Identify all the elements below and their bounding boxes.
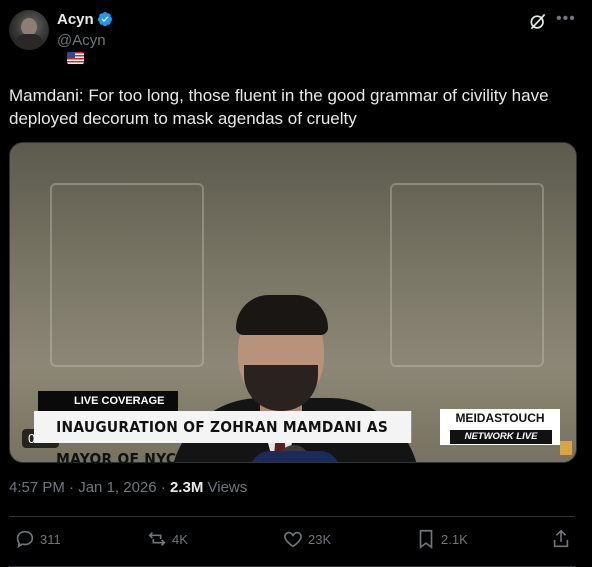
avatar[interactable] [9, 10, 49, 50]
like-button[interactable]: 23K [282, 528, 331, 550]
bookmark-count: 2.1K [441, 531, 468, 547]
heart-icon [284, 531, 302, 548]
reply-count: 311 [40, 531, 61, 547]
share-button[interactable] [550, 528, 572, 550]
tweet-meta: 4:57 PM · Jan 1, 2026 · 2.3M Views [9, 479, 248, 496]
tweet-time[interactable]: 4:57 PM [9, 479, 65, 496]
grok-icon[interactable] [528, 12, 548, 32]
like-count: 23K [308, 531, 332, 547]
divider [9, 516, 575, 517]
share-icon [553, 529, 569, 548]
reply-icon [16, 530, 34, 549]
background-panel [390, 183, 544, 367]
tweet-date[interactable]: Jan 1, 2026 [78, 479, 156, 496]
bookmark-icon [419, 529, 433, 549]
background-panel [50, 183, 204, 367]
bookmark-button[interactable]: 2.1K [415, 528, 468, 550]
tweet-text: Mamdani: For too long, those fluent in t… [9, 86, 549, 128]
brand-name: MEIDASTOUCH [455, 411, 545, 425]
reply-button[interactable]: 311 [14, 528, 61, 550]
views-label: Views [207, 479, 248, 496]
verified-badge-icon [98, 12, 112, 27]
repost-count: 4K [172, 531, 188, 547]
author-handle[interactable]: @Acyn [57, 32, 106, 49]
live-coverage-tag: LIVE COVERAGE [38, 391, 179, 411]
corner-badge [560, 441, 572, 455]
views-count: 2.3M [169, 479, 204, 496]
repost-button[interactable]: 4K [146, 528, 188, 550]
author-name[interactable]: Acyn [57, 11, 94, 28]
repost-icon [148, 531, 166, 547]
us-flag-icon [67, 52, 84, 64]
brand-subtitle: NETWORK LIVE [450, 430, 552, 444]
headline-banner: INAUGURATION OF ZOHRAN MAMDANI AS MAYOR … [34, 411, 412, 468]
podium-seal [250, 451, 340, 462]
more-options-icon[interactable]: ••• [556, 10, 576, 28]
